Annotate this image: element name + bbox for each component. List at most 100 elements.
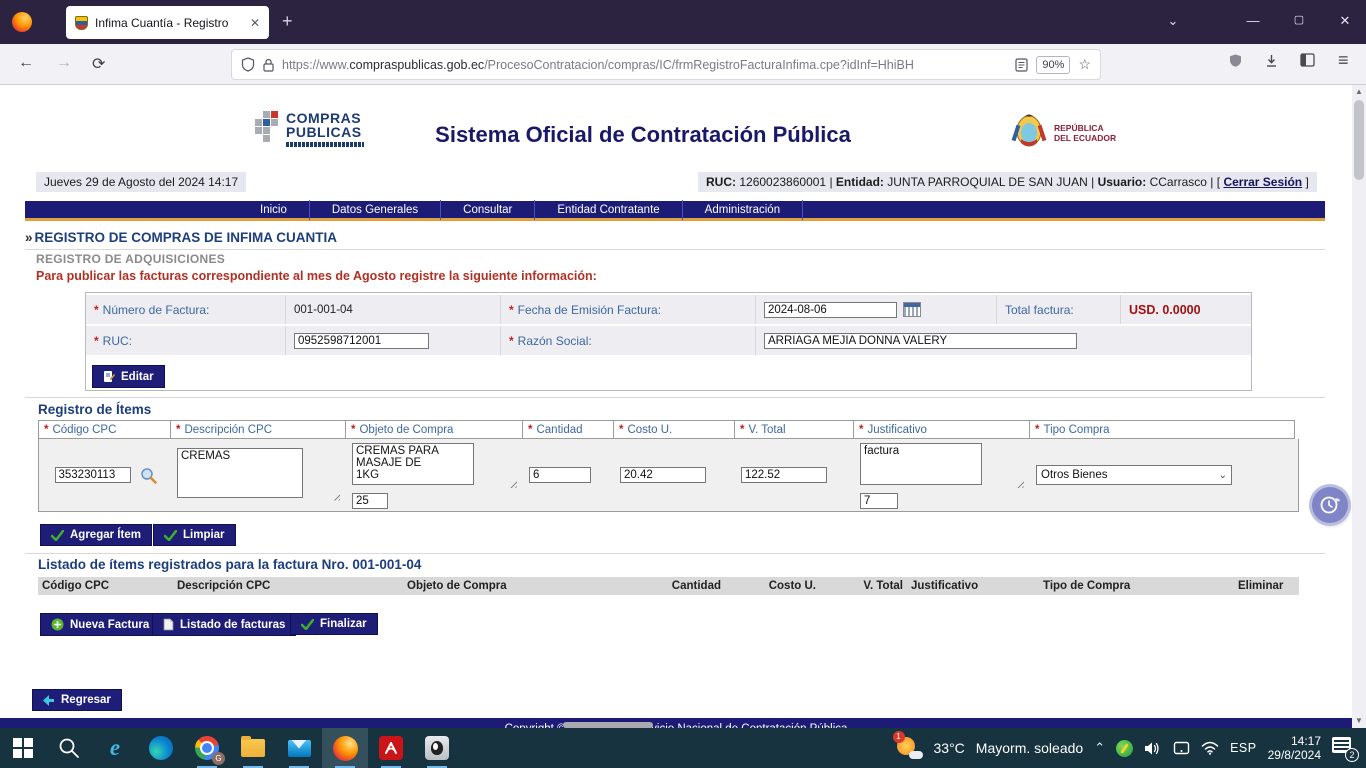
check-icon (51, 530, 64, 541)
justificativo-extra-input[interactable] (860, 493, 898, 509)
url-text[interactable]: https://www.compraspublicas.gob.ec/Proce… (282, 58, 1007, 72)
scroll-up-icon[interactable]: ▲ (1352, 85, 1366, 99)
resize-grip-icon[interactable] (1015, 479, 1024, 488)
items-heading: Registro de Ítems (38, 402, 151, 417)
system-tray: 1 33°C Mayorm. soleado ⌃ ESP 14:17 29/8/… (895, 728, 1366, 768)
nav-item-consultar[interactable]: Consultar (441, 200, 535, 220)
col-v-total: V. Total (748, 424, 785, 436)
menu-button[interactable]: ≡ (1338, 50, 1349, 71)
taskbar-file-explorer[interactable] (230, 728, 276, 768)
extension-icon[interactable] (1228, 53, 1243, 68)
start-button[interactable] (0, 728, 46, 768)
screen-time-overlay-badge[interactable] (1312, 487, 1348, 523)
resize-grip-icon[interactable] (508, 479, 517, 488)
justificativo-textarea[interactable]: factura (860, 443, 982, 485)
descripcion-textarea[interactable]: CREMAS (177, 448, 303, 498)
listado-facturas-button[interactable]: Listado de facturas (152, 613, 296, 636)
fecha-emision-input[interactable] (764, 302, 897, 318)
reader-mode-icon[interactable] (1015, 58, 1028, 72)
razon-social-input[interactable] (764, 333, 1077, 349)
col-descripcion-cpc: Descripción CPC (184, 424, 272, 436)
page-footer: Copyright © 2008 - 2024 Servicio Naciona… (0, 718, 1352, 728)
volume-icon[interactable] (1144, 741, 1162, 756)
temperature[interactable]: 33°C (934, 740, 965, 756)
windows-logo-icon (13, 738, 33, 758)
sidebar-icon[interactable] (1300, 53, 1315, 67)
nav-item-datos-generales[interactable]: Datos Generales (310, 200, 441, 220)
taskbar-edge[interactable] (138, 728, 184, 768)
minimize-button[interactable]: — (1238, 13, 1268, 28)
limpiar-button[interactable]: Limpiar (153, 524, 236, 546)
new-tab-button[interactable]: + (282, 11, 293, 31)
finalizar-button[interactable]: Finalizar (290, 613, 378, 635)
check-icon (164, 530, 177, 541)
wifi-icon[interactable] (1201, 741, 1219, 755)
bookmark-star-icon[interactable]: ☆ (1078, 56, 1091, 73)
maximize-button[interactable]: ▢ (1284, 13, 1314, 26)
list-col-vtotal: V. Total (820, 580, 907, 592)
tipo-compra-select[interactable]: Otros Bienes ⌄ (1036, 465, 1232, 485)
edit-icon (103, 370, 115, 383)
resize-grip-icon[interactable] (331, 492, 340, 501)
v-total-input[interactable] (741, 467, 827, 483)
weather-icon[interactable]: 1 (895, 735, 923, 761)
col-costo-u: Costo U. (627, 424, 672, 436)
tray-chevron-up-icon[interactable]: ⌃ (1094, 740, 1105, 756)
search-button[interactable] (46, 728, 92, 768)
list-col-justificativo: Justificativo (907, 580, 1039, 592)
notification-center-button[interactable]: 2 (1332, 737, 1356, 759)
vertical-scrollbar[interactable] (1352, 85, 1366, 728)
nav-item-entidad-contratante[interactable]: Entidad Contratante (535, 200, 682, 220)
cantidad-input[interactable] (529, 467, 591, 483)
taskbar-firefox[interactable] (322, 728, 368, 768)
ruc-input[interactable] (294, 333, 429, 349)
items-entry-table: *Código CPC *Descripción CPC *Objeto de … (38, 420, 1299, 512)
tracking-shield-icon[interactable] (241, 57, 255, 72)
editar-button[interactable]: Editar (92, 365, 165, 388)
agregar-item-button[interactable]: Agregar Ítem (40, 524, 152, 546)
device-tray-icon[interactable] (1173, 741, 1190, 755)
col-cantidad: Cantidad (536, 424, 582, 436)
cpc-lookup-icon[interactable] (140, 467, 157, 484)
nav-item-administracion[interactable]: Administración (683, 200, 803, 220)
weather-condition[interactable]: Mayorm. soleado (976, 740, 1083, 756)
close-window-button[interactable]: ✕ (1330, 13, 1360, 29)
lock-icon[interactable] (263, 58, 274, 72)
taskbar-recorder-app[interactable] (414, 728, 460, 768)
taskbar-clock[interactable]: 14:17 29/8/2024 (1268, 734, 1321, 762)
zoom-indicator[interactable]: 90% (1036, 56, 1070, 74)
reload-button[interactable]: ⟳ (92, 54, 105, 74)
objeto-compra-textarea[interactable]: CREMAS PARA MASAJE DE 1KG (352, 443, 474, 485)
scroll-down-icon[interactable]: ▼ (1352, 714, 1366, 728)
tab-close-icon[interactable]: ✕ (250, 16, 260, 30)
listado-header-row: Código CPC Descripción CPC Objeto de Com… (38, 577, 1299, 595)
list-col-cantidad: Cantidad (633, 580, 725, 592)
codigo-cpc-input[interactable] (55, 467, 131, 483)
taskbar-ie[interactable]: e (92, 728, 138, 768)
taskbar-date: 29/8/2024 (1268, 748, 1321, 762)
ecuador-emblem: REPÚBLICADEL ECUADOR (1010, 111, 1116, 155)
chrome-profile-badge: G (212, 752, 225, 765)
calendar-icon[interactable] (903, 302, 921, 317)
back-button[interactable]: ← (18, 54, 34, 72)
downloads-icon[interactable] (1264, 53, 1279, 68)
antivirus-tray-icon[interactable] (1116, 740, 1133, 757)
url-bar[interactable]: https://www.compraspublicas.gob.ec/Proce… (232, 50, 1100, 79)
nueva-factura-button[interactable]: Nueva Factura (40, 613, 160, 636)
regresar-button[interactable]: Regresar (32, 689, 122, 711)
taskbar-acrobat[interactable] (368, 728, 414, 768)
ecuador-coat-of-arms-icon (1010, 111, 1048, 155)
language-indicator[interactable]: ESP (1230, 741, 1257, 755)
ruc-label: RUC: (103, 334, 132, 348)
nav-item-inicio[interactable]: Inicio (238, 200, 310, 220)
tab-list-chevron-icon[interactable]: ⌄ (1158, 13, 1188, 29)
costo-u-input[interactable] (620, 467, 706, 483)
taskbar-chrome[interactable]: G (184, 728, 230, 768)
logout-link[interactable]: Cerrar Sesión (1223, 175, 1302, 189)
objeto-extra-input[interactable] (352, 493, 388, 509)
browser-tab[interactable]: Infima Cuantía - Registro ✕ (66, 6, 269, 39)
taskbar-mail[interactable] (276, 728, 322, 768)
scrollbar-thumb[interactable] (1354, 100, 1364, 180)
col-objeto-compra: Objeto de Compra (359, 424, 453, 436)
forward-button[interactable]: → (56, 54, 72, 72)
